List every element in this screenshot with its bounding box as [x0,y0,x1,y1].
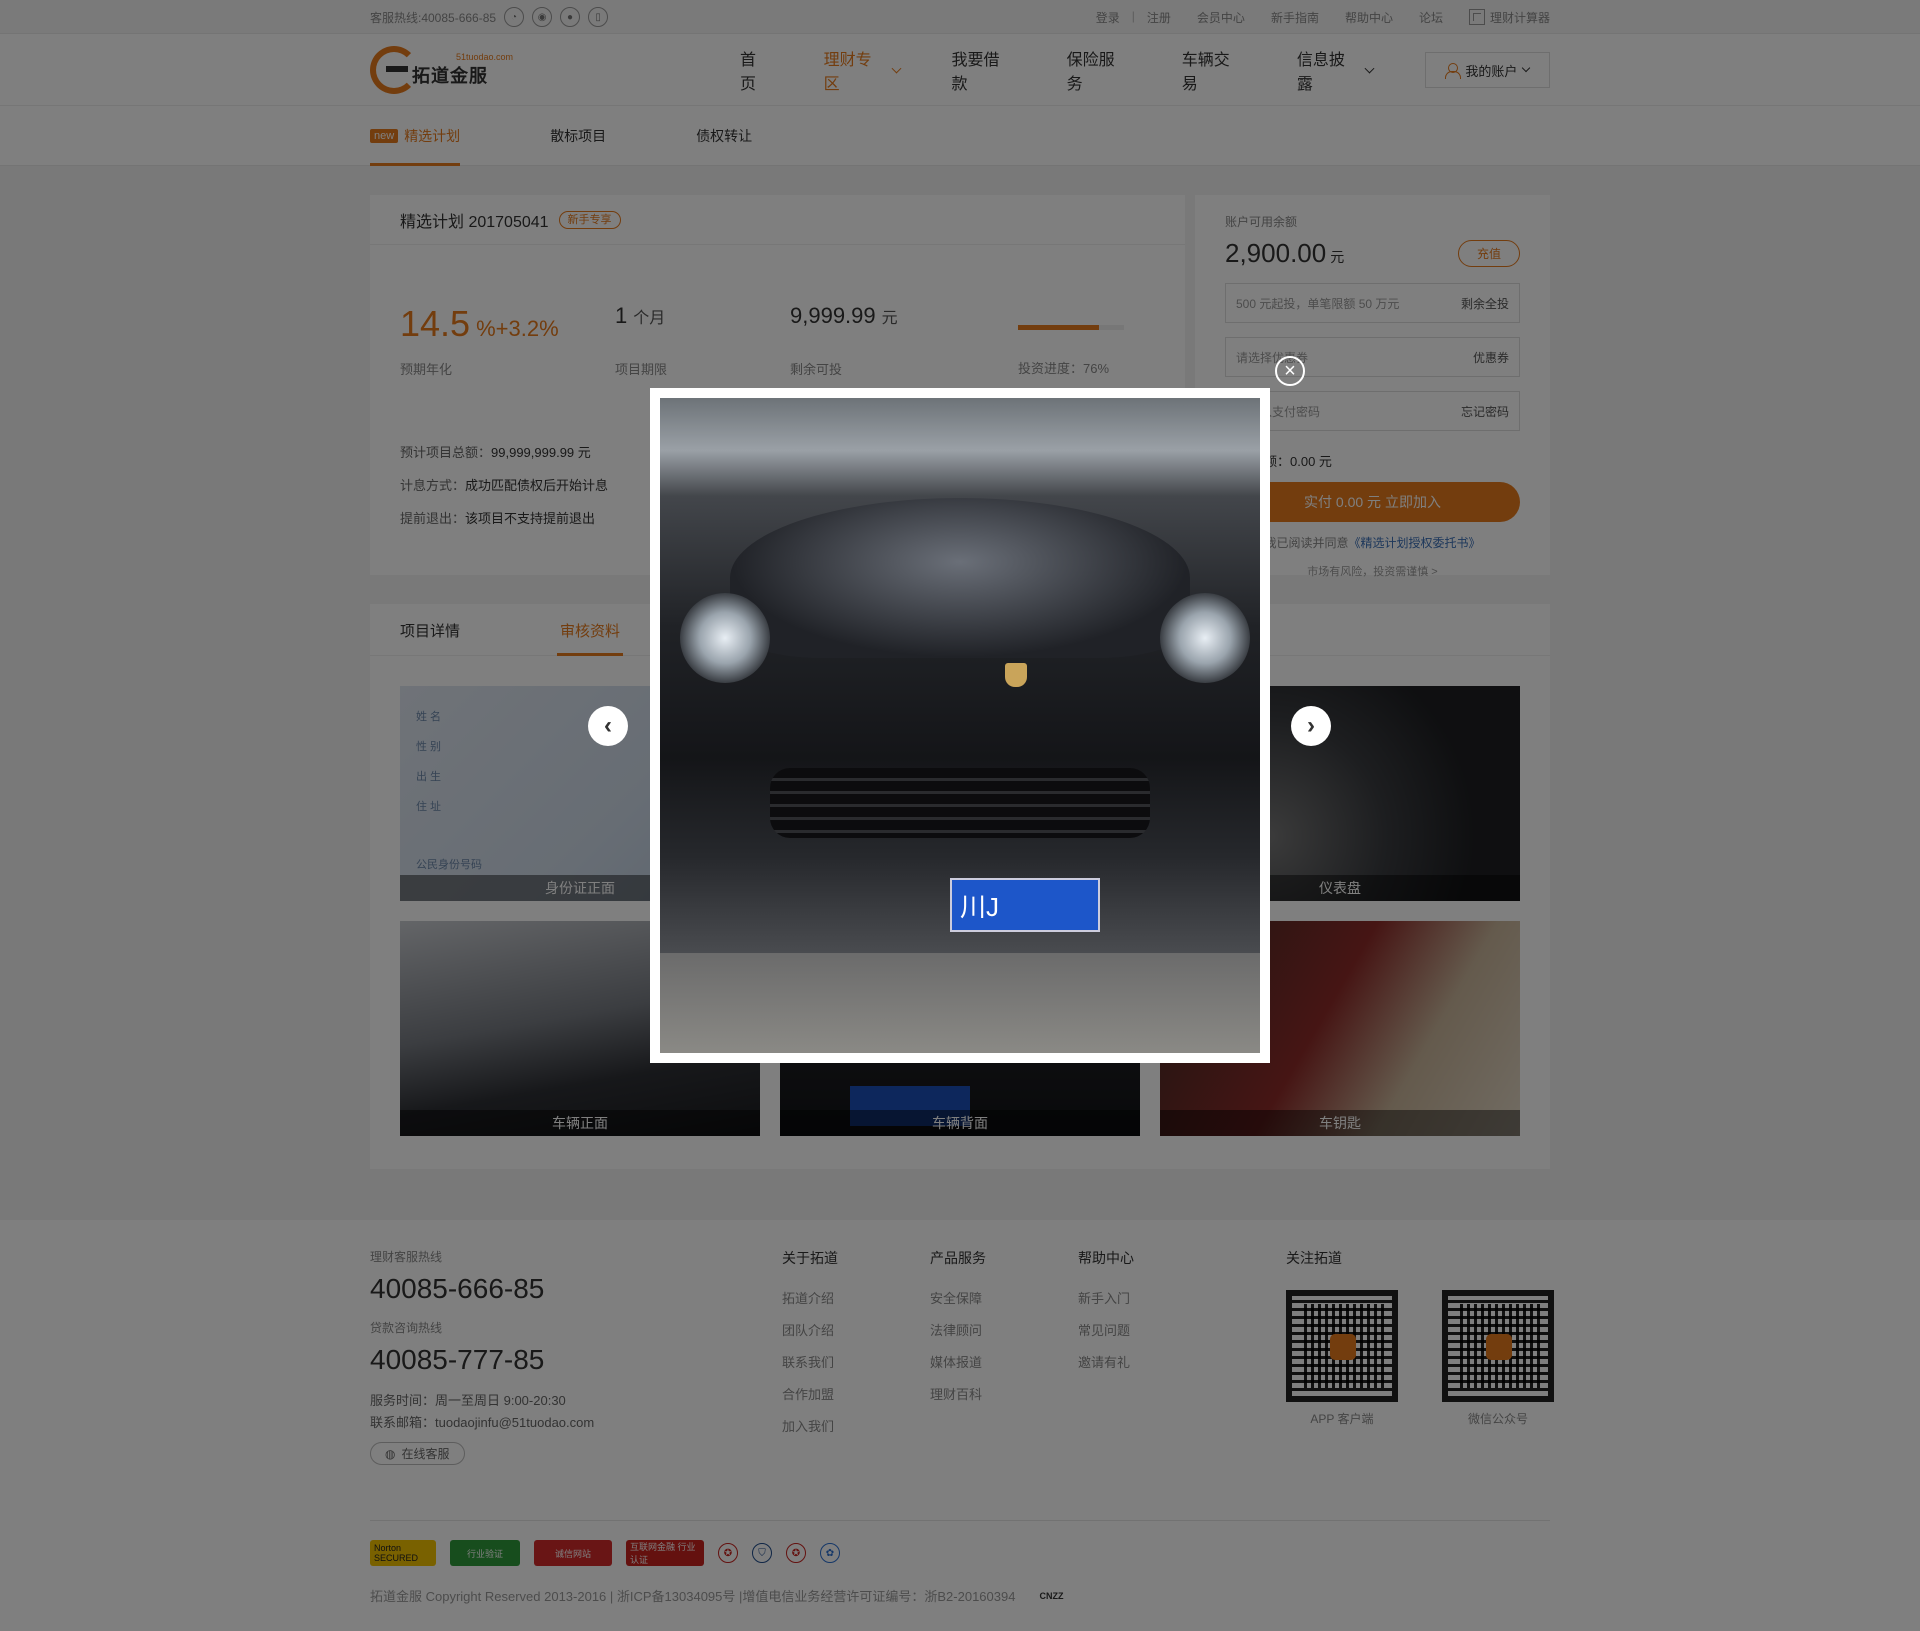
vehicle-photo-large: 川J [660,398,1260,1053]
license-plate: 川J [950,878,1100,932]
image-viewer: 川J [650,388,1270,1063]
ground [660,953,1260,1053]
vehicle-hood [730,498,1190,658]
next-image-button[interactable]: › [1291,706,1331,746]
vehicle-grille [770,768,1150,838]
prev-image-button[interactable]: ‹ [588,706,628,746]
headlight-left [680,593,770,683]
close-icon[interactable]: × [1275,356,1305,386]
car-emblem [1005,663,1027,687]
headlight-right [1160,593,1250,683]
